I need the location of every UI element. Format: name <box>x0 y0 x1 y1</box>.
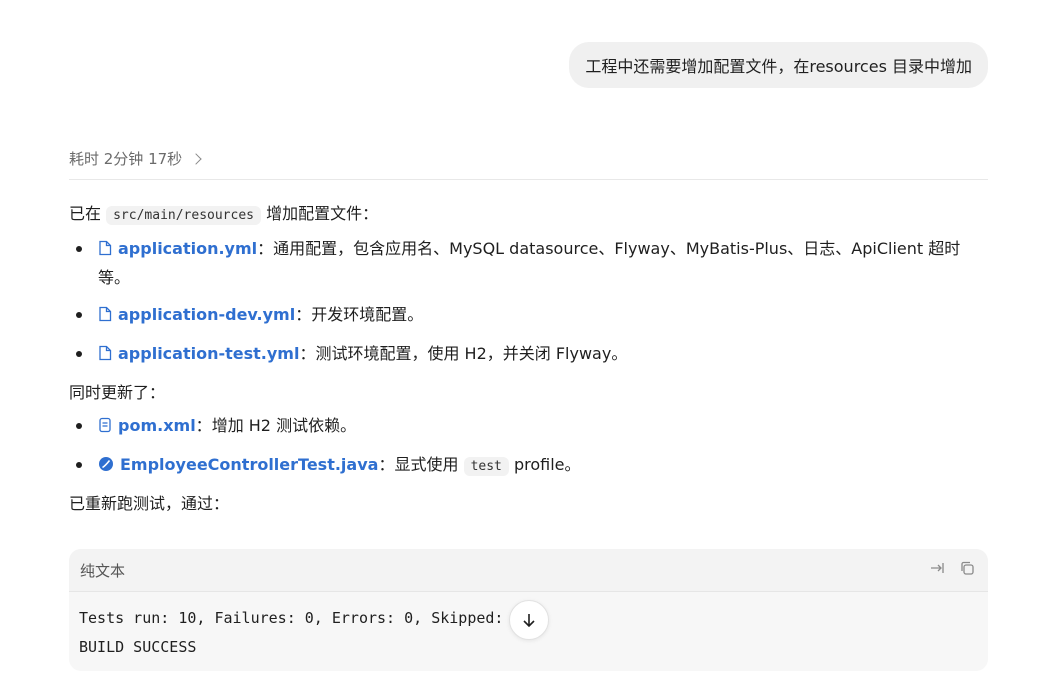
code-block-header: 纯文本 <box>69 549 988 592</box>
file-desc: 显式使用 <box>394 455 459 474</box>
code-line: BUILD SUCCESS <box>79 638 197 656</box>
arrow-down-icon <box>523 614 535 628</box>
file-icon <box>98 237 112 264</box>
list-item: pom.xml：增加 H2 测试依赖。 <box>69 412 988 441</box>
scroll-to-bottom-button[interactable] <box>509 600 549 640</box>
file-link-application-yml[interactable]: application.yml <box>118 239 257 258</box>
updated-file-list: pom.xml：增加 H2 测试依赖。 EmployeeControllerTe… <box>69 412 988 480</box>
list-item: EmployeeControllerTest.java：显式使用 test pr… <box>69 451 988 480</box>
divider <box>69 179 988 180</box>
profile-code: test <box>463 457 509 476</box>
rerun-line: 已重新跑测试，通过： <box>69 494 230 513</box>
chevron-right-icon <box>190 152 202 165</box>
file-link-application-dev-yml[interactable]: application-dev.yml <box>118 305 295 324</box>
xml-file-icon <box>98 414 112 441</box>
thinking-toggle[interactable]: 耗时 2分钟 17秒 <box>69 148 202 169</box>
intro-suffix: 增加配置文件： <box>266 204 379 223</box>
file-icon <box>98 342 112 369</box>
thinking-label: 耗时 2分钟 17秒 <box>69 150 183 168</box>
user-message-text: 工程中还需要增加配置文件，在resources 目录中增加 <box>585 57 972 76</box>
chat-page: 工程中还需要增加配置文件，在resources 目录中增加 耗时 2分钟 17秒… <box>0 0 1050 674</box>
list-item: application-dev.yml：开发环境配置。 <box>69 301 988 330</box>
also-updated-line: 同时更新了： <box>69 383 166 402</box>
file-desc: 增加 H2 测试依赖。 <box>211 416 357 435</box>
intro-path-code: src/main/resources <box>106 206 261 225</box>
file-link-pom-xml[interactable]: pom.xml <box>118 416 196 435</box>
copy-icon[interactable] <box>959 560 976 581</box>
file-link-application-test-yml[interactable]: application-test.yml <box>118 344 299 363</box>
intro-line: 已在 src/main/resources 增加配置文件： <box>69 200 988 229</box>
list-item: application.yml：通用配置，包含应用名、MySQL datasou… <box>69 235 988 291</box>
file-desc: 测试环境配置，使用 H2，并关闭 Flyway。 <box>315 344 628 363</box>
user-message-bubble: 工程中还需要增加配置文件，在resources 目录中增加 <box>569 42 988 88</box>
file-link-employee-controller-test[interactable]: EmployeeControllerTest.java <box>120 455 378 474</box>
java-file-icon <box>98 453 114 480</box>
file-icon <box>98 303 112 330</box>
code-language-label: 纯文本 <box>80 561 126 580</box>
list-item: application-test.yml：测试环境配置，使用 H2，并关闭 Fl… <box>69 340 988 369</box>
code-actions <box>929 560 976 581</box>
intro-prefix: 已在 <box>69 204 102 223</box>
file-desc-suffix: profile。 <box>513 455 581 474</box>
code-line: Tests run: 10, Failures: 0, Errors: 0, S… <box>79 609 522 627</box>
config-file-list: application.yml：通用配置，包含应用名、MySQL datasou… <box>69 235 988 369</box>
file-desc: 开发环境配置。 <box>311 305 424 324</box>
assistant-reply: 已在 src/main/resources 增加配置文件： applicatio… <box>69 200 988 517</box>
wrap-arrow-icon[interactable] <box>929 560 945 580</box>
